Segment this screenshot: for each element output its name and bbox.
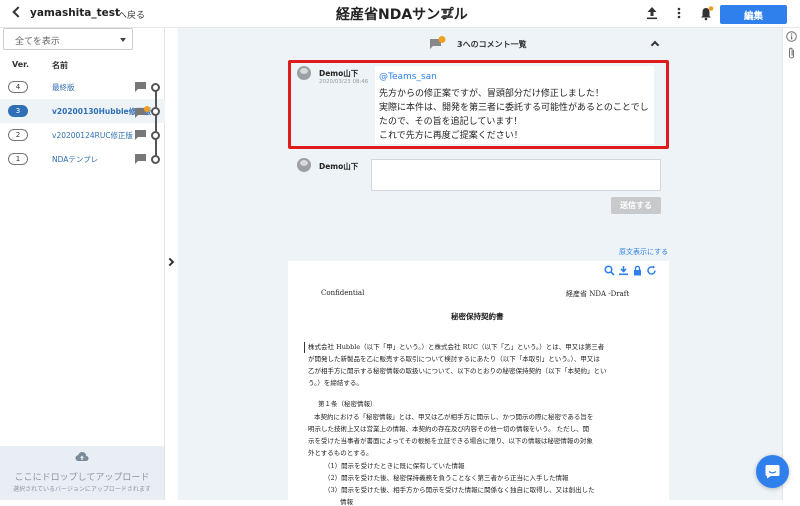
doc-list-item: （2）開示を受けた後、秘密保持義務を負うことなく第三者から正当に入手した情報 [324, 474, 569, 482]
back-link[interactable]: へ戻る [118, 8, 145, 21]
comment-timestamp: 2020/03/23 08:46 [319, 79, 369, 85]
top-bar: yamashita_test へ戻る 経産省NDAサンプル 編集 [0, 0, 800, 28]
version-row-3[interactable]: 3 v20200130Hubble修正版 [0, 99, 165, 123]
document-page: Confidential 経産省 NDA -Draft 秘密保持契約書 株式会社… [288, 261, 669, 506]
timeline-node [151, 155, 160, 164]
avatar [297, 158, 311, 172]
support-chat-button[interactable] [756, 455, 789, 488]
sidebar-toggle-chevron-icon[interactable] [165, 257, 175, 267]
project-name[interactable]: yamashita_test [30, 7, 120, 19]
doc-paragraph-line: が開発した新製品を乙に販売する取引について検討するにあたり（以下「本取引」という… [308, 355, 600, 363]
upload-dropzone[interactable]: ここにドロップしてアップロード 選択されているバージョンにアップロードされます [0, 446, 164, 500]
notification-bell-icon[interactable] [700, 6, 714, 21]
collapse-thread-chevron-icon[interactable] [650, 40, 660, 50]
dropzone-title: ここにドロップしてアップロード [14, 473, 150, 483]
doc-paragraph-line: 乙が相手方に開示する秘密情報の取扱いについて、以下のとおりの秘密保持契約（以下「… [308, 367, 607, 375]
back-chevron-icon[interactable] [12, 6, 24, 18]
version-number-badge: 3 [8, 105, 28, 117]
version-number-badge: 2 [8, 129, 28, 141]
chevron-down-icon [120, 38, 126, 42]
attachment-icon[interactable] [787, 47, 796, 60]
lock-icon[interactable] [632, 265, 643, 276]
comment-icon[interactable] [135, 154, 146, 164]
upload-icon[interactable] [646, 6, 658, 20]
show-original-link[interactable]: 原文表示にする [619, 247, 668, 257]
text-cursor [304, 342, 305, 353]
comment-icon[interactable] [135, 82, 146, 92]
download-icon[interactable] [618, 265, 629, 276]
comment-thread-title: 3へのコメント一覧 [457, 40, 527, 49]
version-number-badge: 1 [8, 153, 28, 165]
version-row-4[interactable]: 4 最終版 [0, 75, 165, 99]
zoom-icon[interactable] [604, 265, 615, 276]
comment-line: 実際に本件は、開発を第三者に委託する可能性があるとのことでし [379, 103, 649, 113]
version-name[interactable]: v20200124RUC修正版 [52, 130, 133, 141]
share-members-icon[interactable] [440, 9, 454, 19]
comment-line: これで先方に再度ご提案ください！ [379, 131, 523, 141]
reply-author: Demo山下 [319, 162, 359, 171]
doc-list-item: （3）開示を受けた後、相手方から開示を受けた情報に関係なく独自に取得し、又は創出… [324, 486, 595, 494]
version-row-2[interactable]: 2 v20200124RUC修正版 [0, 123, 165, 147]
right-rail [782, 28, 800, 500]
comment-thread-icon [430, 36, 446, 49]
version-timeline [155, 87, 157, 161]
more-options-icon[interactable] [677, 7, 681, 19]
doc-draft-label: 経産省 NDA -Draft [566, 290, 630, 298]
timeline-node [151, 131, 160, 140]
column-header-ver: Ver. [12, 60, 30, 69]
doc-list-item: 情報 [340, 498, 353, 506]
cloud-upload-icon [75, 452, 89, 461]
doc-article-line: 本契約における「秘密情報」とは、甲又は乙が相手方に開示し、かつ開示の際に秘密であ… [314, 413, 594, 421]
reply-textarea[interactable] [371, 159, 661, 191]
doc-confidential-label: Confidential [321, 289, 365, 297]
doc-heading: 秘密保持契約書 [451, 312, 504, 321]
version-sidebar: 全てを表示 Ver. 名前 4 最終版 3 v20200130Hubble修正版… [0, 28, 165, 500]
edit-button[interactable]: 編集 [720, 5, 787, 24]
comment-with-badge-icon[interactable] [135, 106, 150, 118]
timeline-node [151, 107, 160, 116]
comment-icon[interactable] [135, 130, 146, 140]
comment-line: たので、その旨を追記しています！ [379, 117, 523, 127]
highlighted-comment: Demo山下 2020/03/23 08:46 @Teams_san 先方からの… [288, 60, 669, 149]
column-header-name: 名前 [52, 61, 68, 70]
doc-paragraph-line: う。）を締結する。 [308, 379, 363, 387]
document-toolbar [604, 265, 657, 276]
doc-article-title: 第１条（秘密情報） [318, 400, 377, 408]
doc-article-line: 外とするものとする。 [308, 449, 373, 457]
chat-bubble-icon [765, 465, 780, 479]
avatar [297, 66, 311, 80]
doc-list-item: （1）開示を受けたときに既に保有していた情報 [324, 462, 465, 470]
doc-article-line: 明示した技術上又は営業上の情報、本契約の存在及び内容その他一切の情報をいう。 た… [308, 425, 590, 433]
doc-article-line: 示を受けた当事者が書面によってその根拠を立証できる場合に限り、以下の情報は秘密情… [308, 437, 593, 445]
version-row-1[interactable]: 1 NDAテンプレ [0, 147, 165, 171]
version-name[interactable]: NDAテンプレ [52, 154, 98, 165]
version-filter-select[interactable]: 全てを表示 [3, 28, 133, 50]
send-button[interactable]: 送信する [611, 197, 661, 214]
main-content: 3へのコメント一覧 Demo山下 2020/03/23 08:46 @Teams… [178, 28, 782, 506]
version-name[interactable]: 最終版 [52, 82, 75, 93]
refresh-icon[interactable] [646, 265, 657, 276]
comment-body: @Teams_san 先方からの修正案ですが、冒頭部分だけ修正しました！ 実際に… [375, 66, 654, 144]
comment-line: 先方からの修正案ですが、冒頭部分だけ修正しました！ [379, 89, 604, 99]
comment-author: Demo山下 [319, 69, 359, 78]
version-number-badge: 4 [8, 81, 28, 93]
doc-paragraph-line: 株式会社 Hubble（以下「甲」という。）と株式会社 RUC（以下「乙」という… [308, 343, 605, 351]
filter-selected-value: 全てを表示 [15, 37, 60, 47]
comment-mention[interactable]: @Teams_san [379, 72, 437, 82]
timeline-node [151, 83, 160, 92]
info-icon[interactable] [786, 31, 797, 42]
dropzone-subtitle: 選択されているバージョンにアップロードされます [13, 486, 151, 493]
